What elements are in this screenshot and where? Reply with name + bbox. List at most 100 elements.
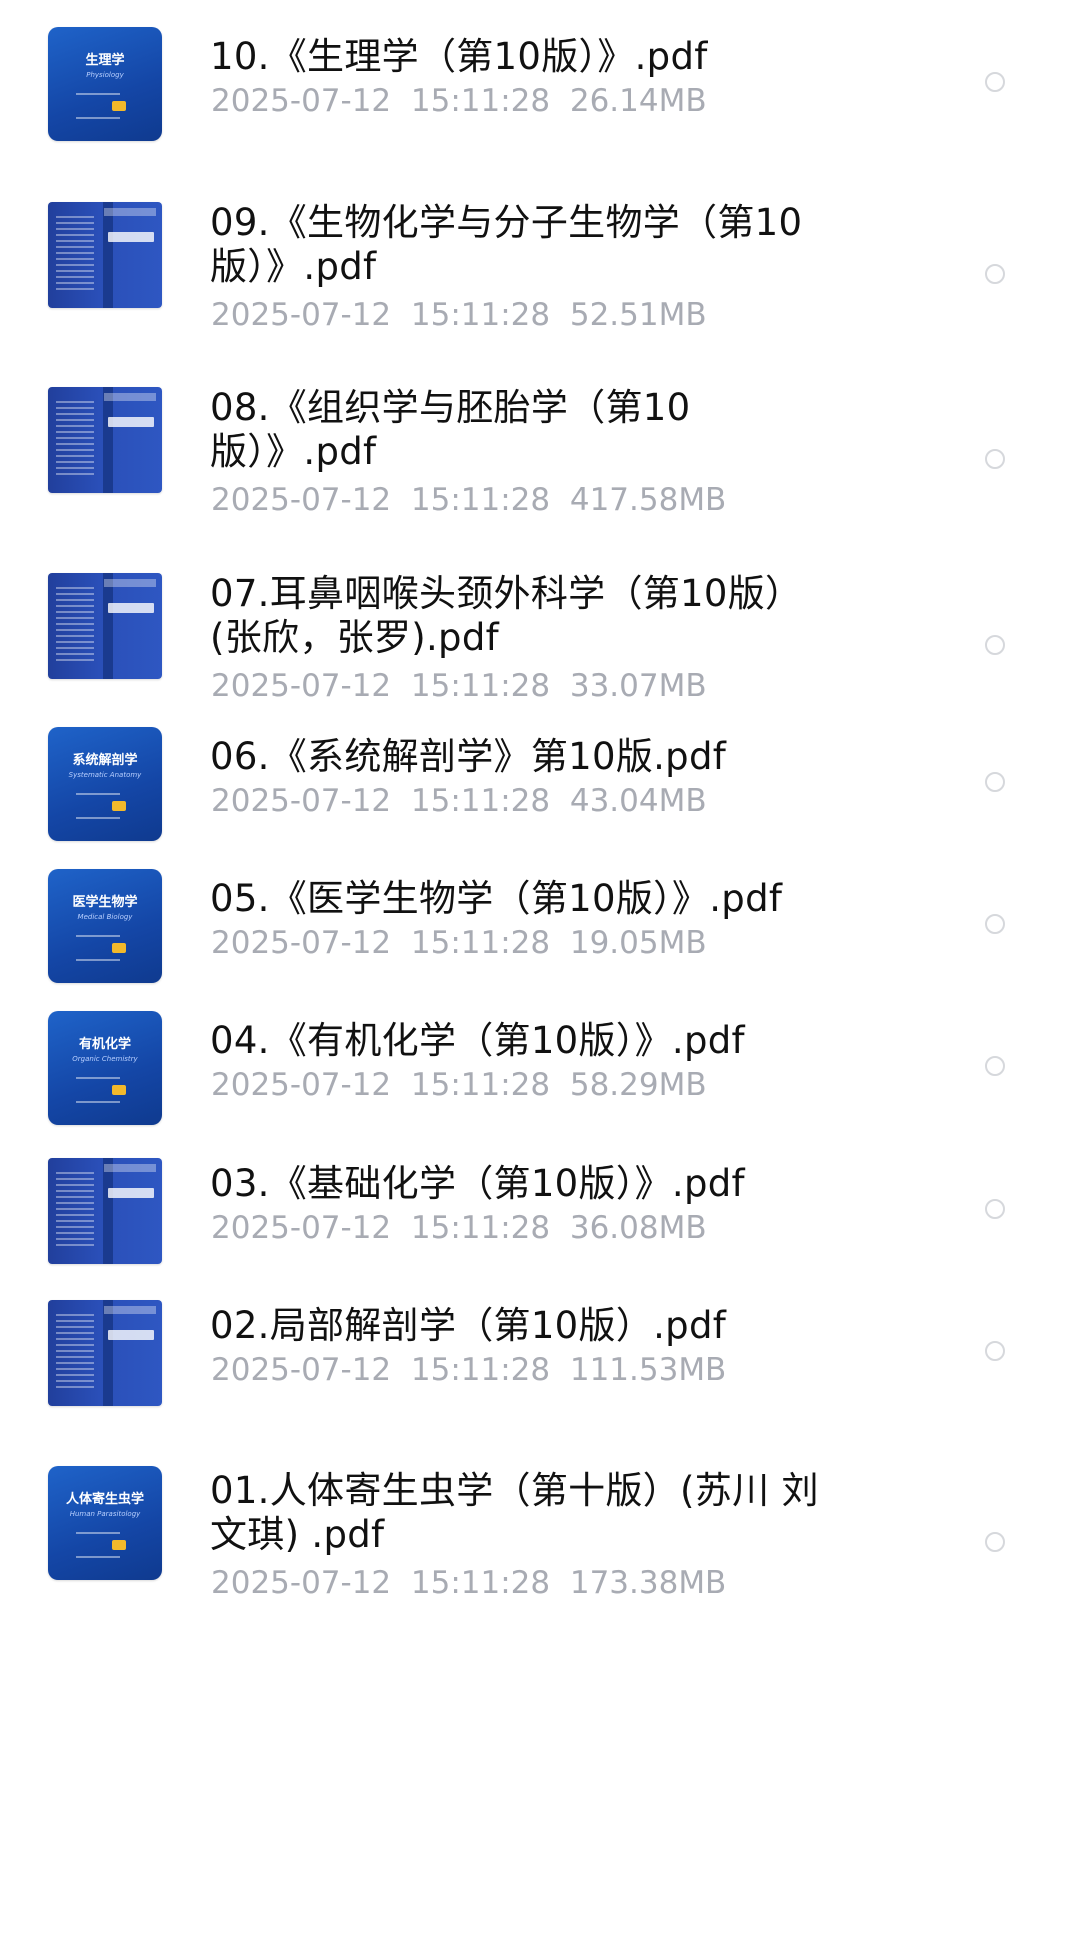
file-size: 52.51MB bbox=[569, 297, 707, 333]
file-meta: 2025-07-12 15:11:28 19.05MB bbox=[211, 925, 707, 961]
file-size: 36.08MB bbox=[569, 1210, 707, 1246]
file-size: 417.58MB bbox=[569, 482, 727, 518]
file-name-line: 02.局部解剖学（第10版）.pdf bbox=[210, 1304, 727, 1347]
radio-circle-icon[interactable] bbox=[985, 264, 1005, 284]
radio-circle-icon[interactable] bbox=[985, 1532, 1005, 1552]
pdf-thumbnail bbox=[48, 1300, 162, 1406]
cover-subtitle: Medical Biology bbox=[77, 913, 133, 921]
file-time: 15:11:28 bbox=[410, 1210, 551, 1246]
cover-spine bbox=[102, 573, 113, 679]
file-time: 15:11:28 bbox=[410, 482, 551, 518]
cover-front-title bbox=[108, 1330, 154, 1340]
edition-badge bbox=[112, 801, 126, 811]
file-meta: 2025-07-12 15:11:28 58.29MB bbox=[211, 1067, 707, 1103]
file-size: 19.05MB bbox=[569, 925, 707, 961]
cover-subtitle: Systematic Anatomy bbox=[68, 771, 142, 779]
file-name-line: 09.《生物化学与分子生物学（第10 bbox=[210, 201, 803, 244]
cover-title: 系统解剖学 bbox=[72, 753, 138, 768]
cover-banner bbox=[104, 579, 156, 587]
cover-decoration bbox=[76, 93, 120, 95]
file-name-line: (张欣，张罗).pdf bbox=[210, 616, 499, 659]
cover-front-title bbox=[108, 603, 154, 613]
cover-decoration bbox=[76, 935, 120, 937]
file-name: 09.《生物化学与分子生物学（第10 版）》.pdf bbox=[210, 201, 910, 289]
cover-front-title bbox=[108, 1188, 154, 1198]
file-size: 58.29MB bbox=[569, 1067, 707, 1103]
file-meta: 2025-07-12 15:11:28 111.53MB bbox=[211, 1352, 726, 1388]
cover-spine bbox=[102, 202, 113, 308]
cover-title: 有机化学 bbox=[78, 1037, 131, 1052]
file-date: 2025-07-12 bbox=[211, 482, 392, 518]
file-date: 2025-07-12 bbox=[211, 925, 392, 961]
cover-back-text bbox=[56, 1172, 94, 1248]
radio-circle-icon[interactable] bbox=[985, 1341, 1005, 1361]
file-meta: 2025-07-12 15:11:28 33.07MB bbox=[211, 668, 707, 704]
pdf-thumbnail: 生理学 Physiology bbox=[48, 27, 162, 141]
cover-spine bbox=[102, 387, 113, 493]
cover-decoration bbox=[76, 959, 120, 961]
cover-decoration bbox=[76, 1532, 120, 1534]
cover-back-text bbox=[56, 587, 94, 663]
pdf-thumbnail bbox=[48, 1158, 162, 1264]
radio-circle-icon[interactable] bbox=[985, 772, 1005, 792]
pdf-thumbnail: 人体寄生虫学 Human Parasitology bbox=[48, 1466, 162, 1580]
file-row[interactable]: 生理学 Physiology 10.《生理学（第10版）》.pdf 2025-07-1… bbox=[0, 27, 1080, 152]
radio-circle-icon[interactable] bbox=[985, 1056, 1005, 1076]
file-size: 43.04MB bbox=[569, 783, 707, 819]
radio-circle-icon[interactable] bbox=[985, 914, 1005, 934]
file-date: 2025-07-12 bbox=[211, 783, 392, 819]
file-date: 2025-07-12 bbox=[211, 1352, 392, 1388]
file-name-line: 10.《生理学（第10版）》.pdf bbox=[210, 35, 708, 78]
file-name-line: 06.《系统解剖学》第10版.pdf bbox=[210, 735, 727, 778]
file-date: 2025-07-12 bbox=[211, 1067, 392, 1103]
cover-banner bbox=[104, 1164, 156, 1172]
radio-circle-icon[interactable] bbox=[985, 72, 1005, 92]
edition-badge bbox=[112, 1540, 126, 1550]
file-row[interactable]: 人体寄生虫学 Human Parasitology 01.人体寄生虫学（第十版）(苏… bbox=[0, 1461, 1080, 1621]
file-name: 04.《有机化学（第10版）》.pdf bbox=[210, 1019, 910, 1063]
file-meta: 2025-07-12 15:11:28 173.38MB bbox=[211, 1565, 726, 1601]
file-time: 15:11:28 bbox=[410, 83, 551, 119]
cover-spine bbox=[102, 1300, 113, 1406]
file-time: 15:11:28 bbox=[410, 783, 551, 819]
edition-badge bbox=[112, 1085, 126, 1095]
file-row[interactable]: 09.《生物化学与分子生物学（第10 版）》.pdf 2025-07-12 15:1… bbox=[0, 193, 1080, 353]
file-name: 03.《基础化学（第10版）》.pdf bbox=[210, 1162, 910, 1206]
file-date: 2025-07-12 bbox=[211, 1565, 392, 1601]
file-row[interactable]: 医学生物学 Medical Biology 05.《医学生物学（第10版）》.pdf… bbox=[0, 869, 1080, 994]
file-name-line: 05.《医学生物学（第10版）》.pdf bbox=[210, 877, 783, 920]
file-time: 15:11:28 bbox=[410, 297, 551, 333]
cover-decoration bbox=[76, 793, 120, 795]
file-meta: 2025-07-12 15:11:28 43.04MB bbox=[211, 783, 707, 819]
radio-circle-icon[interactable] bbox=[985, 449, 1005, 469]
file-meta: 2025-07-12 15:11:28 52.51MB bbox=[211, 297, 707, 333]
file-meta: 2025-07-12 15:11:28 36.08MB bbox=[211, 1210, 707, 1246]
cover-title: 医学生物学 bbox=[72, 895, 138, 910]
file-row[interactable]: 08.《组织学与胚胎学（第10 版）》.pdf 2025-07-12 15:11:2… bbox=[0, 378, 1080, 538]
file-row[interactable]: 系统解剖学 Systematic Anatomy 06.《系统解剖学》第10版.pd… bbox=[0, 727, 1080, 852]
pdf-thumbnail: 系统解剖学 Systematic Anatomy bbox=[48, 727, 162, 841]
file-row[interactable]: 有机化学 Organic Chemistry 04.《有机化学（第10版）》.pdf… bbox=[0, 1011, 1080, 1136]
radio-circle-icon[interactable] bbox=[985, 635, 1005, 655]
cover-back-text bbox=[56, 1314, 94, 1390]
file-row[interactable]: 07.耳鼻咽喉头颈外科学（第10版） (张欣，张罗).pdf 2025-07-12 … bbox=[0, 564, 1080, 724]
cover-back-text bbox=[56, 216, 94, 292]
file-row[interactable]: 02.局部解剖学（第10版）.pdf 2025-07-12 15:11:28 11… bbox=[0, 1296, 1080, 1421]
cover-back-text bbox=[56, 401, 94, 477]
file-name: 05.《医学生物学（第10版）》.pdf bbox=[210, 877, 910, 921]
pdf-thumbnail bbox=[48, 573, 162, 679]
file-row[interactable]: 03.《基础化学（第10版）》.pdf 2025-07-12 15:11:28 3… bbox=[0, 1154, 1080, 1279]
file-name-line: 04.《有机化学（第10版）》.pdf bbox=[210, 1019, 745, 1062]
file-meta: 2025-07-12 15:11:28 417.58MB bbox=[211, 482, 726, 518]
file-name: 02.局部解剖学（第10版）.pdf bbox=[210, 1304, 910, 1348]
file-time: 15:11:28 bbox=[410, 668, 551, 704]
file-date: 2025-07-12 bbox=[211, 1210, 392, 1246]
radio-circle-icon[interactable] bbox=[985, 1199, 1005, 1219]
cover-front-title bbox=[108, 232, 154, 242]
cover-subtitle: Human Parasitology bbox=[69, 1510, 141, 1518]
cover-front-title bbox=[108, 417, 154, 427]
file-size: 111.53MB bbox=[569, 1352, 727, 1388]
file-name-line: 07.耳鼻咽喉头颈外科学（第10版） bbox=[210, 572, 803, 615]
file-name: 10.《生理学（第10版）》.pdf bbox=[210, 35, 910, 79]
cover-spine bbox=[102, 1158, 113, 1264]
